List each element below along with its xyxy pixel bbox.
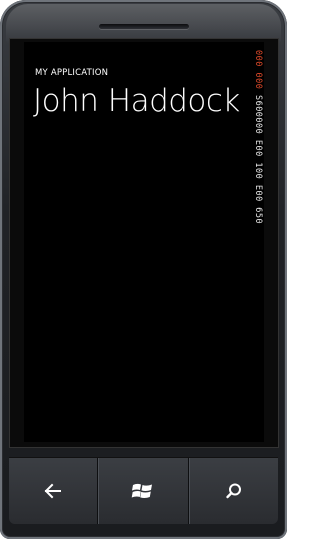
page-title: John Haddock [33, 83, 240, 119]
back-arrow-icon [44, 483, 62, 499]
phone-device: MY APPLICATION John Haddock 000 000 S600… [0, 0, 287, 539]
application-title: MY APPLICATION [35, 68, 109, 78]
side-normal-text: S600000 E00 100 E00 650 [253, 94, 263, 225]
start-button[interactable] [98, 458, 189, 524]
earpiece-speaker [99, 24, 189, 29]
windows-logo-icon [132, 483, 153, 499]
back-button[interactable] [9, 458, 99, 524]
side-text-column: 000 000 S600000 E00 100 E00 650 [252, 50, 264, 255]
side-accent-text: 000 000 [253, 50, 263, 90]
search-icon [226, 483, 241, 499]
hardware-button-bar [9, 457, 278, 524]
vertical-text: 000 000 S600000 E00 100 E00 650 [252, 50, 264, 224]
phone-screen: MY APPLICATION John Haddock 000 000 S600… [24, 42, 264, 442]
search-button[interactable] [188, 458, 278, 524]
